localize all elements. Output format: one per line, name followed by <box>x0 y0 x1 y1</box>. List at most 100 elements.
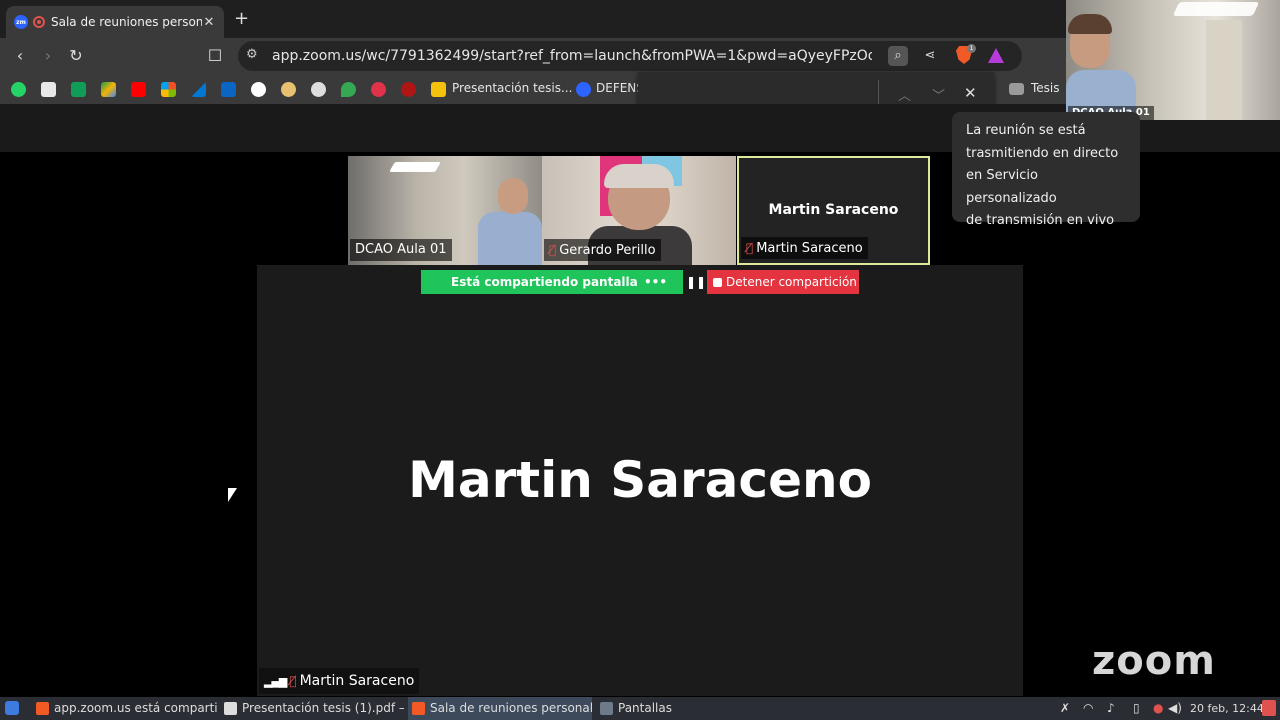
participant-display-name: Martin Saraceno <box>768 202 899 218</box>
linkedin-bookmark-icon[interactable] <box>221 82 236 97</box>
azure-bookmark-icon[interactable] <box>191 82 206 97</box>
stop-share-label: Detener compartición <box>726 275 857 289</box>
tab-close-icon[interactable]: ✕ <box>202 15 216 30</box>
ceiling-light <box>389 162 441 172</box>
pause-share-button[interactable]: ❚❚ <box>686 270 706 294</box>
ceiling-light <box>1172 2 1260 16</box>
participant-tile-gerardo[interactable]: 🎙̸ Gerardo Perillo <box>542 156 736 265</box>
zoom-favicon-icon: zm <box>14 15 28 29</box>
folder-icon[interactable] <box>1009 83 1024 95</box>
brave-icon <box>412 702 425 715</box>
start-menu-icon[interactable] <box>5 701 19 715</box>
google-bookmark-icon[interactable] <box>251 82 266 97</box>
person-shirt <box>478 212 542 265</box>
brave-icon <box>36 702 49 715</box>
participant-name-wrap: 🎙̸ Martin Saraceno <box>741 237 868 259</box>
stage-name-label: ▂▄▆ 🎙̸ Martin Saraceno <box>259 668 420 694</box>
bookmark-icon-10[interactable] <box>281 82 296 97</box>
new-tab-button[interactable]: + <box>234 8 249 29</box>
browser-toolbar: ‹ › ↻ ☐ ⚙ app.zoom.us/wc/7791362499/star… <box>0 38 1066 74</box>
active-speaker-name: Martin Saraceno <box>408 451 872 509</box>
find-close-icon[interactable]: ✕ <box>964 84 977 102</box>
browser-tab[interactable]: zm Sala de reuniones persona ✕ <box>6 6 224 38</box>
sharing-status-bar[interactable]: Está compartiendo pantalla ••• <box>421 270 683 294</box>
task-zoom-room[interactable]: Sala de reuniones personal... <box>408 697 592 720</box>
main-video-stage[interactable]: Martin Saraceno ▂▄▆ 🎙̸ Martin Saraceno <box>257 265 1023 696</box>
participant-tile-dcao[interactable]: DCAO Aula 01 <box>348 156 542 265</box>
mic-muted-icon: 🎙̸ <box>746 241 754 255</box>
share-icon[interactable]: ⋖ <box>920 46 940 66</box>
task-zoom-sharing[interactable]: app.zoom.us está compartie... <box>32 697 218 720</box>
tooltip-line: en Servicio personalizado <box>966 168 1057 206</box>
power-icon[interactable] <box>1262 700 1276 716</box>
participant-name: Martin Saraceno <box>756 241 863 256</box>
task-pantallas[interactable]: Pantallas <box>596 697 706 720</box>
battery-icon[interactable]: ▯ <box>1133 697 1140 720</box>
find-in-page-icon[interactable]: ⌕ <box>888 46 908 66</box>
participant-tile-martin[interactable]: Martin Saraceno 🎙̸ Martin Saraceno <box>737 156 930 265</box>
sheets-bookmark-icon[interactable] <box>71 82 86 97</box>
address-bar[interactable]: ⚙ app.zoom.us/wc/7791362499/start?ref_fr… <box>238 41 1022 71</box>
more-options-icon[interactable]: ••• <box>644 270 667 294</box>
tooltip-line: trasmitiendo en directo <box>966 145 1119 161</box>
live-stream-tooltip: La reunión se está trasmitiendo en direc… <box>952 112 1140 228</box>
youtube-bookmark-icon[interactable] <box>131 82 146 97</box>
openai-bookmark-icon[interactable] <box>311 82 326 97</box>
sharing-status-text: Está compartiendo pantalla <box>451 275 638 289</box>
signal-bars-icon: ▂▄▆ <box>264 675 287 688</box>
back-icon[interactable]: ‹ <box>10 46 30 65</box>
network-off-icon[interactable]: ✗ <box>1060 697 1070 720</box>
task-label: app.zoom.us está compartie... <box>54 701 218 715</box>
whatsapp-bookmark-icon[interactable] <box>11 82 26 97</box>
bookmark-icon-13[interactable] <box>371 82 386 97</box>
site-settings-icon[interactable]: ⚙ <box>246 47 258 62</box>
stop-share-button[interactable]: Detener compartición <box>707 270 859 294</box>
url-text[interactable]: app.zoom.us/wc/7791362499/start?ref_from… <box>272 48 872 64</box>
mic-muted-icon: 🎙̸ <box>289 674 297 688</box>
drive-bookmark-icon[interactable] <box>101 82 116 97</box>
document-icon <box>224 702 237 715</box>
tooltip-line: La reunión se está <box>966 123 1086 138</box>
person-hair <box>604 164 674 188</box>
shield-count-badge: 1 <box>967 44 976 53</box>
reload-icon[interactable]: ↻ <box>66 46 86 65</box>
person-hair <box>1068 14 1112 34</box>
microsoft-bookmark-icon[interactable] <box>161 82 176 97</box>
forward-icon[interactable]: › <box>38 46 58 65</box>
self-video[interactable]: DCAO Aula 01 <box>1066 0 1280 120</box>
tab-title: Sala de reuniones persona <box>51 15 202 29</box>
taskbar: app.zoom.us está compartie... Presentaci… <box>0 697 1280 720</box>
wall-pillar <box>1206 20 1242 120</box>
task-label: Sala de reuniones personal... <box>430 701 592 715</box>
display-icon <box>600 702 613 715</box>
maps-bookmark-icon[interactable] <box>341 82 356 97</box>
participant-name: Gerardo Perillo <box>559 243 656 258</box>
bookmark-icon[interactable]: ☐ <box>205 46 225 65</box>
person-head <box>498 178 528 214</box>
clock[interactable]: 20 feb, 12:44 <box>1190 697 1264 720</box>
wifi-icon[interactable]: ◠ <box>1083 697 1093 720</box>
bookmark-icon-2[interactable] <box>41 82 56 97</box>
stop-icon <box>713 278 722 287</box>
bookmark-icon-14[interactable] <box>401 82 416 97</box>
recording-icon <box>33 16 45 28</box>
bookmark-presentacion[interactable]: Presentación tesis... <box>452 81 572 95</box>
slides-bookmark-icon[interactable] <box>431 82 446 97</box>
stage-name: Martin Saraceno <box>299 673 415 689</box>
bookmark-tesis[interactable]: Tesis <box>1031 81 1060 95</box>
browser-tab-bar: zm Sala de reuniones persona ✕ + <box>0 0 1066 38</box>
find-previous-icon[interactable]: ︿ <box>898 85 911 104</box>
bookmark-defens[interactable]: DEFENS <box>596 81 644 95</box>
notifications-icon[interactable]: ♪ <box>1107 697 1115 720</box>
task-label: Presentación tesis (1).pdf —... <box>242 701 404 715</box>
participant-name: DCAO Aula 01 <box>350 239 452 261</box>
mic-muted-tray-icon[interactable]: ● <box>1153 697 1163 720</box>
zoom-bookmark-icon[interactable] <box>576 82 591 97</box>
participant-name-wrap: 🎙̸ Gerardo Perillo <box>544 239 661 261</box>
tooltip-line: de transmisión en vivo <box>966 213 1115 228</box>
find-next-icon[interactable]: ﹀ <box>932 85 945 104</box>
mouse-cursor-icon <box>228 488 237 502</box>
brave-rewards-icon[interactable] <box>988 48 1004 63</box>
task-pdf[interactable]: Presentación tesis (1).pdf —... <box>220 697 404 720</box>
volume-icon[interactable]: ◀) <box>1168 697 1182 720</box>
